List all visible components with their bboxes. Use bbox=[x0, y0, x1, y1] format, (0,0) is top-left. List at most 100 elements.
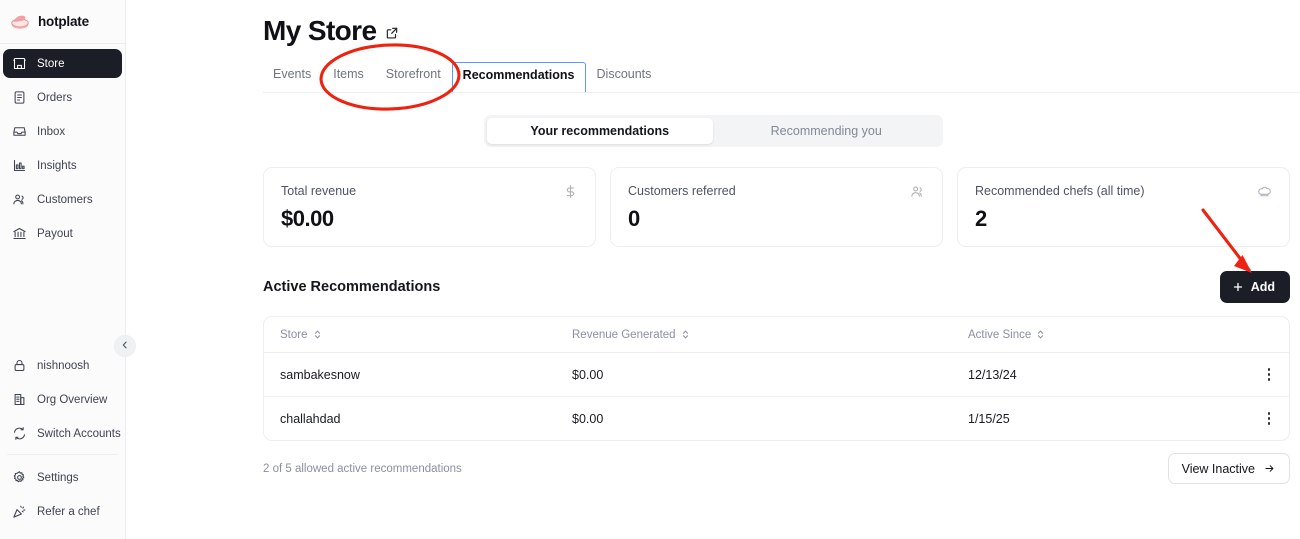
segment-recommending-you[interactable]: Recommending you bbox=[713, 118, 940, 144]
page-title-row: My Store bbox=[263, 14, 1300, 48]
column-label: Revenue Generated bbox=[572, 329, 676, 341]
external-link-icon[interactable] bbox=[385, 26, 399, 40]
stat-card-customers-referred: Customers referred 0 bbox=[610, 167, 943, 247]
sidebar-item-label: Refer a chef bbox=[37, 506, 100, 518]
stat-card-recommended-chefs: Recommended chefs (all time) 2 bbox=[957, 167, 1290, 247]
chef-hat-icon bbox=[1257, 184, 1272, 199]
sidebar: hotplate Store Orders bbox=[0, 0, 126, 539]
store-icon bbox=[12, 56, 27, 71]
sidebar-item-label: Customers bbox=[37, 194, 93, 206]
sidebar-item-label: Switch Accounts bbox=[37, 428, 121, 440]
cell-active-since: 1/15/25 bbox=[968, 412, 1249, 426]
table-header-row: Store Revenue Generated bbox=[264, 317, 1289, 352]
more-vertical-icon bbox=[1268, 368, 1271, 381]
gear-icon bbox=[12, 470, 27, 485]
sort-icon bbox=[313, 329, 322, 340]
allowed-recommendations-note: 2 of 5 allowed active recommendations bbox=[263, 463, 462, 475]
sidebar-collapse-button[interactable] bbox=[114, 335, 136, 357]
stat-label: Customers referred bbox=[628, 184, 736, 198]
cell-store: challahdad bbox=[264, 412, 572, 426]
tab-events[interactable]: Events bbox=[263, 61, 322, 92]
sidebar-item-label: Orders bbox=[37, 92, 72, 104]
building-icon bbox=[12, 392, 27, 407]
arrow-right-icon bbox=[1263, 463, 1276, 474]
cell-store: sambakesnow bbox=[264, 368, 572, 382]
sidebar-item-settings[interactable]: Settings bbox=[3, 463, 122, 492]
plus-icon bbox=[1232, 281, 1244, 293]
customers-icon bbox=[12, 192, 27, 207]
sidebar-item-label: nishnoosh bbox=[37, 360, 89, 372]
orders-icon bbox=[12, 90, 27, 105]
sidebar-item-label: Inbox bbox=[37, 126, 65, 138]
tab-items[interactable]: Items bbox=[322, 61, 375, 92]
column-label: Store bbox=[280, 329, 308, 341]
insights-icon bbox=[12, 158, 27, 173]
sidebar-item-customers[interactable]: Customers bbox=[3, 185, 122, 214]
stat-cards: Total revenue $0.00 Customers referred bbox=[126, 147, 1300, 247]
section-header: Active Recommendations Add bbox=[126, 271, 1300, 303]
app-root: hotplate Store Orders bbox=[0, 0, 1300, 539]
view-inactive-label: View Inactive bbox=[1182, 462, 1255, 476]
table-row[interactable]: challahdad $0.00 1/15/25 bbox=[264, 396, 1289, 440]
sidebar-item-switch-accounts[interactable]: Switch Accounts bbox=[3, 419, 122, 448]
brand-name: hotplate bbox=[38, 14, 89, 29]
sidebar-item-store[interactable]: Store bbox=[3, 49, 122, 78]
segmented-control: Your recommendations Recommending you bbox=[484, 115, 943, 147]
brand[interactable]: hotplate bbox=[0, 0, 125, 44]
sidebar-item-inbox[interactable]: Inbox bbox=[3, 117, 122, 146]
column-header-revenue-generated[interactable]: Revenue Generated bbox=[572, 329, 968, 341]
more-vertical-icon bbox=[1268, 412, 1271, 425]
recommendations-table: Store Revenue Generated bbox=[263, 316, 1290, 441]
payout-icon bbox=[12, 226, 27, 241]
segmented-control-wrap: Your recommendations Recommending you bbox=[126, 115, 1300, 147]
main-content: My Store Events Items Storefront Recomme… bbox=[126, 0, 1300, 539]
sidebar-item-org-overview[interactable]: Org Overview bbox=[3, 385, 122, 414]
column-header-store[interactable]: Store bbox=[264, 329, 572, 341]
row-menu-button[interactable] bbox=[1249, 412, 1289, 425]
confetti-icon bbox=[12, 504, 27, 519]
page-header: My Store Events Items Storefront Recomme… bbox=[126, 0, 1300, 93]
sidebar-item-label: Org Overview bbox=[37, 394, 107, 406]
sort-icon bbox=[1036, 329, 1045, 340]
sidebar-item-label: Store bbox=[37, 58, 65, 70]
add-button-label: Add bbox=[1251, 280, 1275, 294]
section-title: Active Recommendations bbox=[263, 279, 440, 295]
switch-icon bbox=[12, 426, 27, 441]
column-header-active-since[interactable]: Active Since bbox=[968, 329, 1249, 341]
tab-storefront[interactable]: Storefront bbox=[375, 61, 452, 92]
hotplate-logo-icon bbox=[9, 11, 31, 33]
sidebar-item-label: Settings bbox=[37, 472, 79, 484]
sort-icon bbox=[681, 329, 690, 340]
users-icon bbox=[910, 184, 925, 199]
table-footer: 2 of 5 allowed active recommendations Vi… bbox=[126, 453, 1300, 484]
stat-value: 2 bbox=[975, 206, 1272, 232]
cell-revenue: $0.00 bbox=[572, 368, 968, 382]
sidebar-item-label: Payout bbox=[37, 228, 73, 240]
sidebar-nav-secondary: nishnoosh Org Overview Switch Accounts bbox=[0, 351, 125, 539]
tab-bar: Events Items Storefront Recommendations … bbox=[263, 61, 1300, 93]
page-title: My Store bbox=[263, 14, 376, 48]
tab-discounts[interactable]: Discounts bbox=[586, 61, 663, 92]
sidebar-nav-primary: Store Orders Inbox bbox=[0, 44, 125, 253]
stat-label: Total revenue bbox=[281, 184, 356, 198]
stat-value: $0.00 bbox=[281, 206, 578, 232]
cell-revenue: $0.00 bbox=[572, 412, 968, 426]
cell-active-since: 12/13/24 bbox=[968, 368, 1249, 382]
sidebar-item-insights[interactable]: Insights bbox=[3, 151, 122, 180]
view-inactive-button[interactable]: View Inactive bbox=[1168, 453, 1290, 484]
inbox-icon bbox=[12, 124, 27, 139]
add-button[interactable]: Add bbox=[1220, 271, 1290, 303]
table-row[interactable]: sambakesnow $0.00 12/13/24 bbox=[264, 352, 1289, 396]
stat-card-total-revenue: Total revenue $0.00 bbox=[263, 167, 596, 247]
sidebar-item-account[interactable]: nishnoosh bbox=[3, 351, 122, 380]
dollar-icon bbox=[563, 184, 578, 199]
sidebar-item-label: Insights bbox=[37, 160, 77, 172]
lock-icon bbox=[12, 358, 27, 373]
segment-your-recommendations[interactable]: Your recommendations bbox=[487, 118, 714, 144]
sidebar-item-payout[interactable]: Payout bbox=[3, 219, 122, 248]
sidebar-item-orders[interactable]: Orders bbox=[3, 83, 122, 112]
row-menu-button[interactable] bbox=[1249, 368, 1289, 381]
column-label: Active Since bbox=[968, 329, 1031, 341]
tab-recommendations[interactable]: Recommendations bbox=[452, 62, 586, 92]
sidebar-item-refer-a-chef[interactable]: Refer a chef bbox=[3, 497, 122, 526]
